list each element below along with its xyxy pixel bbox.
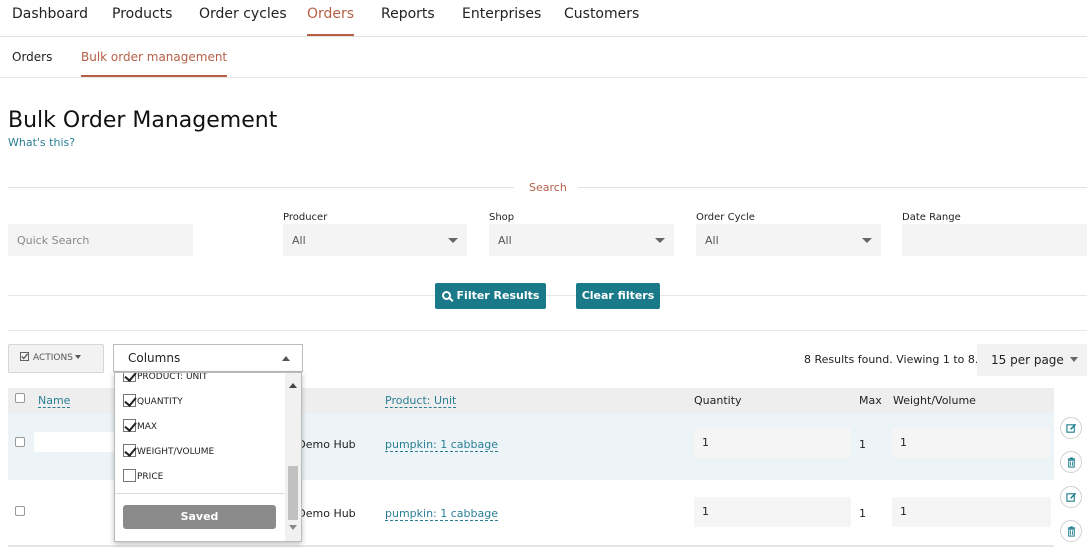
quantity-input[interactable]: 1: [694, 497, 851, 527]
order-cycle-select[interactable]: All: [696, 224, 881, 256]
scroll-down-arrow-icon[interactable]: [289, 525, 297, 530]
columns-label: Columns: [128, 351, 181, 365]
shop-value: All: [498, 234, 512, 247]
producer-value: All: [292, 234, 306, 247]
checkbox-icon: [20, 352, 29, 361]
per-page-value: 15 per page: [991, 353, 1064, 367]
caret-down-icon: [74, 355, 81, 359]
help-link[interactable]: What's this?: [8, 136, 75, 149]
column-option-label: MAX: [137, 422, 158, 432]
dropdown-scrollbar[interactable]: [285, 373, 301, 541]
filter-results-button[interactable]: Filter Results: [435, 283, 546, 309]
product-unit-link[interactable]: pumpkin: 1 cabbage: [385, 438, 498, 452]
header-product-unit[interactable]: Product: Unit: [385, 394, 457, 408]
max-cell: 1: [859, 507, 866, 520]
trash-icon: [1067, 457, 1076, 468]
columns-dropdown: PRODUCT: UNIT QUANTITY MAX WEIGHT/VOLUME…: [114, 372, 302, 542]
chevron-up-icon: [282, 356, 290, 361]
column-option-label: PRODUCT: UNIT: [137, 372, 208, 382]
column-option-label: PRICE: [137, 472, 164, 482]
delete-button[interactable]: [1060, 520, 1082, 542]
nav-dashboard[interactable]: Dashboard: [12, 6, 88, 36]
top-nav: Dashboard Products Order cycles Orders R…: [0, 0, 1087, 37]
divider: [8, 295, 1087, 296]
scroll-up-arrow-icon[interactable]: [289, 383, 297, 388]
search-section-label: Search: [529, 181, 567, 194]
delete-button[interactable]: [1060, 451, 1082, 473]
search-icon: [441, 291, 451, 300]
columns-select[interactable]: Columns: [113, 344, 303, 372]
shop-select[interactable]: All: [489, 224, 674, 256]
subnav-orders[interactable]: Orders: [12, 50, 52, 77]
product-unit-link[interactable]: pumpkin: 1 cabbage: [385, 507, 498, 521]
nav-order-cycles[interactable]: Order cycles: [199, 6, 287, 36]
checkbox-checked-icon: [123, 373, 136, 382]
column-option-product-unit[interactable]: PRODUCT: UNIT: [123, 372, 208, 385]
search-divider-right: [578, 187, 1087, 188]
name-cell-redacted: [34, 432, 118, 452]
column-option-quantity[interactable]: QUANTITY: [123, 394, 183, 410]
weight-volume-input[interactable]: 1: [892, 497, 1051, 527]
per-page-select[interactable]: 15 per page: [977, 344, 1087, 376]
checkbox-checked-icon: [123, 394, 136, 407]
column-option-label: QUANTITY: [137, 397, 183, 407]
checkbox-unchecked-icon: [123, 469, 136, 482]
chevron-down-icon: [862, 238, 872, 243]
dropdown-divider: [115, 493, 285, 494]
search-divider-left: [8, 187, 514, 188]
quantity-input[interactable]: 1: [694, 428, 851, 458]
checkbox-checked-icon: [123, 444, 136, 457]
edit-button[interactable]: [1060, 417, 1082, 439]
shop-label: Shop: [489, 212, 515, 223]
column-option-price[interactable]: PRICE: [123, 469, 163, 485]
order-cycle-value: All: [705, 234, 719, 247]
edit-button[interactable]: [1060, 486, 1082, 508]
trash-icon: [1067, 526, 1076, 537]
nav-customers[interactable]: Customers: [564, 6, 639, 36]
nav-orders[interactable]: Orders: [307, 6, 355, 36]
nav-reports[interactable]: Reports: [381, 6, 435, 36]
edit-icon: [1066, 492, 1077, 502]
nav-enterprises[interactable]: Enterprises: [462, 6, 541, 36]
chevron-down-icon: [448, 238, 458, 243]
results-summary: 8 Results found. Viewing 1 to 8.: [804, 353, 979, 366]
max-cell: 1: [859, 438, 866, 451]
date-range-input[interactable]: [902, 224, 1087, 256]
column-option-label: WEIGHT/VOLUME: [137, 447, 215, 457]
subnav-bulk-order-management[interactable]: Bulk order management: [81, 50, 228, 77]
producer-select[interactable]: All: [283, 224, 467, 256]
sub-nav: Orders Bulk order management: [0, 37, 1087, 78]
select-all-checkbox[interactable]: [15, 393, 25, 403]
checkbox-checked-icon: [123, 419, 136, 432]
producer-label: Producer: [283, 212, 328, 223]
scroll-thumb[interactable]: [288, 466, 298, 520]
edit-icon: [1066, 423, 1077, 433]
column-option-weight-volume[interactable]: WEIGHT/VOLUME: [123, 444, 214, 460]
saved-button[interactable]: Saved: [123, 505, 276, 529]
nav-products[interactable]: Products: [112, 6, 172, 36]
actions-label: ACTIONS: [33, 353, 73, 363]
quick-search-input[interactable]: Quick Search: [8, 224, 193, 256]
header-quantity: Quantity: [694, 394, 742, 407]
order-cycle-label: Order Cycle: [696, 212, 755, 223]
weight-volume-input[interactable]: 1: [892, 428, 1051, 458]
actions-button[interactable]: ACTIONS: [8, 344, 104, 373]
page-title: Bulk Order Management: [8, 108, 278, 133]
header-max: Max: [859, 394, 882, 407]
chevron-down-icon: [655, 238, 665, 243]
header-name[interactable]: Name: [38, 394, 71, 408]
chevron-down-icon: [1070, 357, 1078, 362]
row-checkbox[interactable]: [15, 506, 25, 516]
row-checkbox[interactable]: [15, 437, 25, 447]
header-weight-volume: Weight/Volume: [893, 394, 976, 407]
filter-results-label: Filter Results: [456, 289, 540, 302]
divider: [8, 330, 1087, 331]
date-range-label: Date Range: [902, 212, 961, 223]
clear-filters-button[interactable]: Clear filters: [576, 283, 660, 309]
column-option-max[interactable]: MAX: [123, 419, 157, 435]
